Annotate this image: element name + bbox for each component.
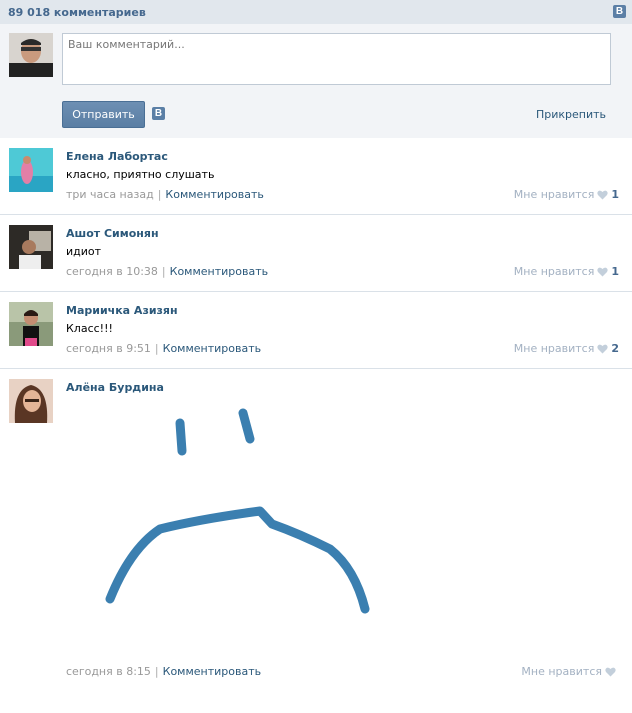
like-button[interactable]: Мне нравится 1 (514, 188, 619, 201)
like-button[interactable]: Мне нравится 1 (514, 265, 619, 278)
comment-item: Елена Лабортас класно, приятно слушать т… (0, 138, 632, 215)
heart-icon (597, 267, 608, 276)
comment-text: класно, приятно слушать (66, 168, 215, 181)
comment-item: Алёна Бурдина сегодня в 8:15 | Комментиров… (0, 369, 632, 689)
comments-count-title: 89 018 комментариев (8, 5, 146, 19)
comment-meta: три часа назад | Комментировать (66, 188, 264, 201)
like-label: Мне нравится (513, 265, 595, 278)
comment-compose: Отправить В Прикрепить (0, 24, 632, 138)
like-label: Мне нравится (513, 188, 595, 201)
current-user-avatar (9, 33, 53, 77)
comment-item: Мариичка Азизян Класс!!! сегодня в 9:51 |… (0, 292, 632, 369)
commenter-avatar[interactable] (9, 148, 53, 192)
comment-author[interactable]: Елена Лабортас (66, 150, 168, 163)
like-count: 1 (611, 188, 619, 201)
comment-author[interactable]: Ашот Симонян (66, 227, 159, 240)
commenter-avatar[interactable] (9, 225, 53, 269)
comment-input[interactable] (62, 33, 611, 85)
like-label: Мне нравится (521, 665, 602, 678)
comment-time[interactable]: сегодня в 10:38 (66, 265, 158, 278)
comment-author[interactable]: Мариичка Азизян (66, 304, 178, 317)
comment-item: Ашот Симонян идиот сегодня в 10:38 | Комме… (0, 215, 632, 292)
comment-meta: сегодня в 10:38 | Комментировать (66, 265, 269, 278)
comment-author[interactable]: Алёна Бурдина (66, 381, 164, 394)
reply-link[interactable]: Комментировать (163, 665, 261, 678)
reply-link[interactable]: Комментировать (170, 265, 268, 278)
comment-time[interactable]: сегодня в 8:15 (66, 665, 151, 678)
attach-link[interactable]: Прикрепить (536, 108, 606, 121)
like-count: 1 (611, 265, 619, 278)
commenter-avatar[interactable] (9, 302, 53, 346)
comment-time[interactable]: сегодня в 9:51 (66, 342, 151, 355)
heart-icon (597, 344, 608, 353)
heart-icon (605, 667, 616, 676)
send-button[interactable]: Отправить (62, 101, 145, 128)
commenter-avatar[interactable] (9, 379, 53, 423)
reply-link[interactable]: Комментировать (163, 342, 261, 355)
like-button[interactable]: Мне нравится (521, 665, 616, 678)
vk-share-icon[interactable]: В (152, 107, 165, 120)
comment-meta: сегодня в 9:51 | Комментировать (66, 342, 262, 355)
sad-face-drawing (105, 408, 370, 614)
vk-logo-icon[interactable]: В (613, 5, 626, 18)
heart-icon (597, 190, 608, 199)
like-button[interactable]: Мне нравится 2 (514, 342, 619, 355)
comment-time[interactable]: три часа назад (66, 188, 154, 201)
like-label: Мне нравится (513, 342, 595, 355)
comment-text: Класс!!! (66, 322, 113, 335)
comments-header: 89 018 комментариев В (0, 0, 632, 24)
like-count: 2 (611, 342, 619, 355)
reply-link[interactable]: Комментировать (165, 188, 263, 201)
comment-meta: сегодня в 8:15 | Комментировать (66, 665, 262, 678)
comment-text: идиот (66, 245, 102, 258)
